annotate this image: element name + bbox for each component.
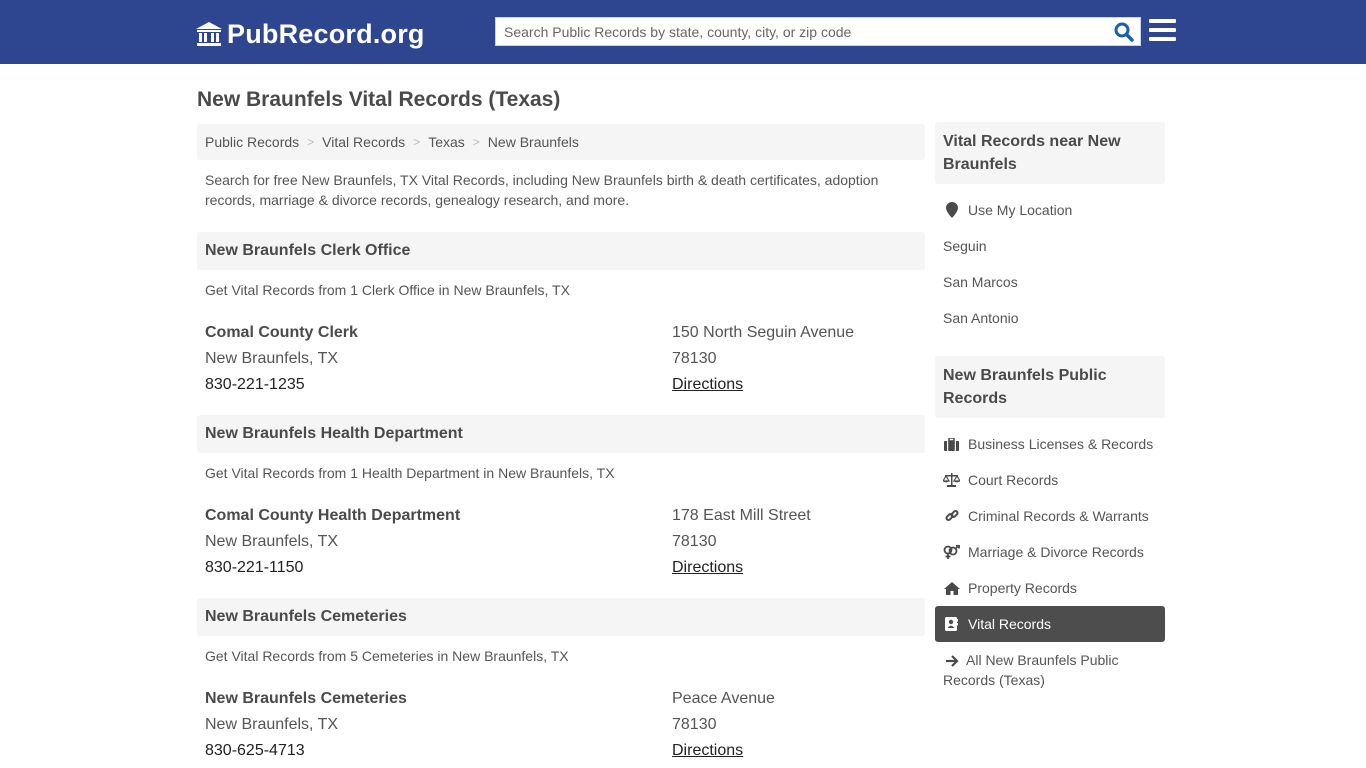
sidebar-item-property-records[interactable]: Property Records (935, 570, 1165, 606)
entry-name: Comal County Clerk (205, 324, 358, 341)
intro-text: Search for free New Braunfels, TX Vital … (205, 172, 879, 208)
link-icon (943, 508, 960, 524)
section-description: Get Vital Records from 5 Cemeteries in N… (205, 648, 569, 664)
main-content: Public Records > Vital Records > Texas >… (197, 124, 925, 759)
entry-address: 178 East Mill Street (672, 507, 811, 524)
nearby-city-link[interactable]: Seguin (935, 228, 1165, 264)
directions-link[interactable]: Directions (672, 742, 743, 759)
directions-link[interactable]: Directions (672, 559, 743, 576)
top-navbar: PubRecord.org (0, 0, 1366, 64)
breadcrumb-texas[interactable]: Texas (428, 134, 465, 150)
logo-text: PubRecord.org (227, 18, 425, 49)
section-health-department: New Braunfels Health Department Get Vita… (197, 415, 925, 583)
page-title: New Braunfels Vital Records (Texas) (197, 88, 561, 111)
entry-phone[interactable]: 830-221-1235 (205, 372, 358, 398)
all-public-records-link[interactable]: All New Braunfels Public Records (Texas) (935, 642, 1165, 690)
courthouse-icon (195, 20, 223, 48)
sidebar-public-records-title: New Braunfels Public Records (935, 356, 1165, 418)
nearby-list: Use My Location Seguin San Marcos San An… (935, 192, 1165, 336)
sidebar-item-label: Criminal Records & Warrants (968, 508, 1149, 524)
search-bar (495, 17, 1141, 46)
entry-city: New Braunfels, TX (205, 716, 339, 733)
breadcrumb-public-records[interactable]: Public Records (205, 134, 299, 150)
hamburger-menu-icon-bar (1149, 19, 1176, 23)
section-title: New Braunfels Clerk Office (197, 232, 925, 270)
section-description: Get Vital Records from 1 Clerk Office in… (205, 282, 570, 298)
sidebar-item-vital-records[interactable]: Vital Records (935, 606, 1165, 642)
nearby-city-link[interactable]: San Antonio (935, 300, 1165, 336)
entry-name: New Braunfels Cemeteries (205, 690, 407, 707)
entry-phone[interactable]: 830-625-4713 (205, 738, 407, 764)
section-description: Get Vital Records from 1 Health Departme… (205, 465, 615, 481)
use-my-location-link[interactable]: Use My Location (935, 192, 1165, 228)
sidebar-nearby-title: Vital Records near New Braunfels (935, 122, 1165, 184)
record-entry: Comal County Clerk New Braunfels, TX 830… (197, 320, 925, 400)
home-icon (943, 580, 960, 596)
entry-phone[interactable]: 830-221-1150 (205, 555, 460, 581)
section-cemeteries: New Braunfels Cemeteries Get Vital Recor… (197, 598, 925, 766)
sidebar-item-label: Marriage & Divorce Records (968, 544, 1144, 560)
sidebar-item-label: Property Records (968, 580, 1077, 596)
entry-zip: 78130 (672, 533, 717, 550)
sidebar-item-court-records[interactable]: Court Records (935, 462, 1165, 498)
sidebar-item-label: Business Licenses & Records (968, 436, 1154, 452)
section-title: New Braunfels Health Department (197, 415, 925, 453)
hamburger-menu-button[interactable] (1149, 19, 1176, 43)
search-button[interactable] (1108, 18, 1140, 45)
entry-zip: 78130 (672, 350, 717, 367)
address-book-icon (943, 616, 960, 632)
all-public-records-label: All New Braunfels Public Records (Texas) (943, 652, 1119, 688)
breadcrumb: Public Records > Vital Records > Texas >… (197, 124, 925, 160)
venus-mars-icon (943, 544, 960, 560)
entry-city: New Braunfels, TX (205, 533, 339, 550)
public-records-list: Business Licenses & Records Court Record… (935, 426, 1165, 690)
hamburger-menu-icon-bar (1149, 28, 1176, 32)
use-my-location-label: Use My Location (968, 202, 1073, 218)
breadcrumb-new-braunfels[interactable]: New Braunfels (488, 134, 579, 150)
sidebar-item-label: Court Records (968, 472, 1059, 488)
breadcrumb-separator: > (413, 135, 421, 149)
map-marker-icon (943, 202, 960, 218)
section-title: New Braunfels Cemeteries (197, 598, 925, 636)
record-entry: New Braunfels Cemeteries New Braunfels, … (197, 686, 925, 766)
entry-name: Comal County Health Department (205, 507, 461, 524)
sidebar: Vital Records near New Braunfels Use My … (935, 122, 1165, 690)
entry-address: Peace Avenue (672, 690, 775, 707)
sidebar-item-business-licenses[interactable]: Business Licenses & Records (935, 426, 1165, 462)
nearby-city-link[interactable]: San Marcos (935, 264, 1165, 300)
sidebar-item-criminal-records[interactable]: Criminal Records & Warrants (935, 498, 1165, 534)
sidebar-item-marriage-divorce[interactable]: Marriage & Divorce Records (935, 534, 1165, 570)
record-entry: Comal County Health Department New Braun… (197, 503, 925, 583)
entry-city: New Braunfels, TX (205, 350, 339, 367)
arrow-right-icon (943, 653, 960, 669)
directions-link[interactable]: Directions (672, 376, 743, 393)
entry-address: 150 North Seguin Avenue (672, 324, 855, 341)
search-input[interactable] (496, 18, 1108, 45)
section-clerk-office: New Braunfels Clerk Office Get Vital Rec… (197, 232, 925, 400)
breadcrumb-separator: > (472, 135, 480, 149)
briefcase-icon (943, 436, 960, 452)
breadcrumb-vital-records[interactable]: Vital Records (322, 134, 405, 150)
breadcrumb-separator: > (307, 135, 315, 149)
entry-zip: 78130 (672, 716, 717, 733)
hamburger-menu-icon-bar (1149, 37, 1176, 41)
site-logo[interactable]: PubRecord.org (195, 17, 425, 51)
search-icon (1114, 22, 1134, 42)
balance-scale-icon (943, 472, 960, 488)
sidebar-item-label: Vital Records (968, 616, 1052, 632)
